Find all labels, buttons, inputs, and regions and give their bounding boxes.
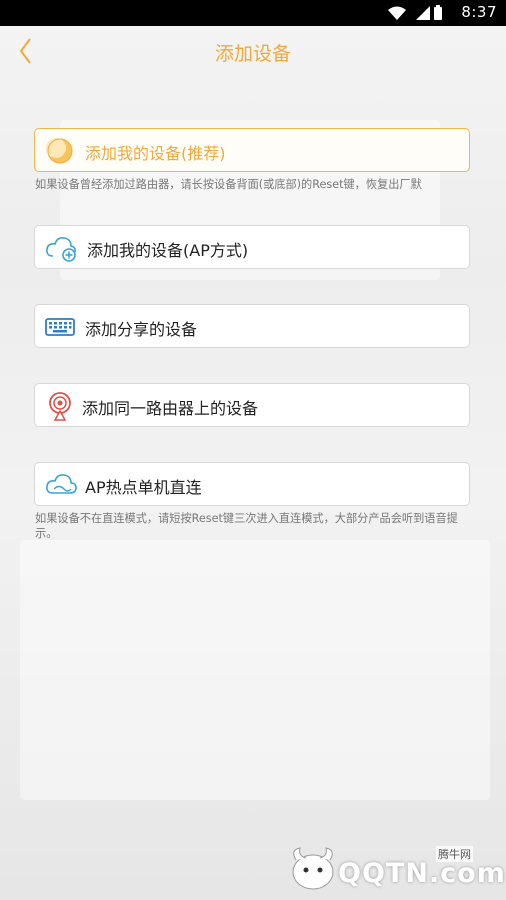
- keyboard-icon: [45, 318, 75, 336]
- page-title: 添加设备: [214, 43, 291, 65]
- router-pin-icon: [49, 392, 71, 421]
- wifi-icon: [388, 6, 406, 20]
- option-add-my-device-recommended[interactable]: 添加我的设备(推荐): [34, 128, 470, 172]
- title-bar: 添加设备: [0, 26, 506, 76]
- background-blur: [20, 540, 490, 800]
- hint-direct-mode: 如果设备不在直连模式，请短按Reset键三次进入直连模式，大部分产品会听到语音提…: [35, 512, 458, 540]
- battery-icon: [434, 7, 442, 20]
- status-icons: [388, 5, 442, 20]
- option-add-shared-device[interactable]: 添加分享的设备: [34, 304, 470, 348]
- option-label: AP热点单机直连: [85, 478, 202, 497]
- option-label: 添加同一路由器上的设备: [82, 399, 259, 418]
- watermark-brand: QQTN.com: [338, 858, 506, 889]
- option-add-same-router-device[interactable]: 添加同一路由器上的设备: [34, 383, 470, 427]
- option-label: 添加我的设备(推荐): [85, 144, 226, 163]
- cloud-plus-icon: [46, 237, 76, 262]
- watermark-logo: QQTN.com 腾牛网: [288, 844, 505, 894]
- cloud-icon: [46, 474, 77, 494]
- bull-logo-icon: [292, 847, 334, 890]
- status-time: 8:37: [461, 3, 497, 21]
- signal-icon: [416, 6, 430, 20]
- option-label: 添加我的设备(AP方式): [87, 241, 249, 260]
- option-label: 添加分享的设备: [85, 320, 198, 339]
- moon-icon: [46, 138, 73, 164]
- hint-reset-device: 如果设备曾经添加过路由器，请长按设备背面(或底部)的Reset键，恢复出厂默: [35, 178, 422, 191]
- option-ap-hotspot-direct[interactable]: AP热点单机直连: [34, 462, 470, 506]
- status-bar: 8:37: [0, 0, 506, 26]
- option-add-my-device-ap[interactable]: 添加我的设备(AP方式): [34, 225, 470, 269]
- watermark-sub: 腾牛网: [436, 846, 473, 862]
